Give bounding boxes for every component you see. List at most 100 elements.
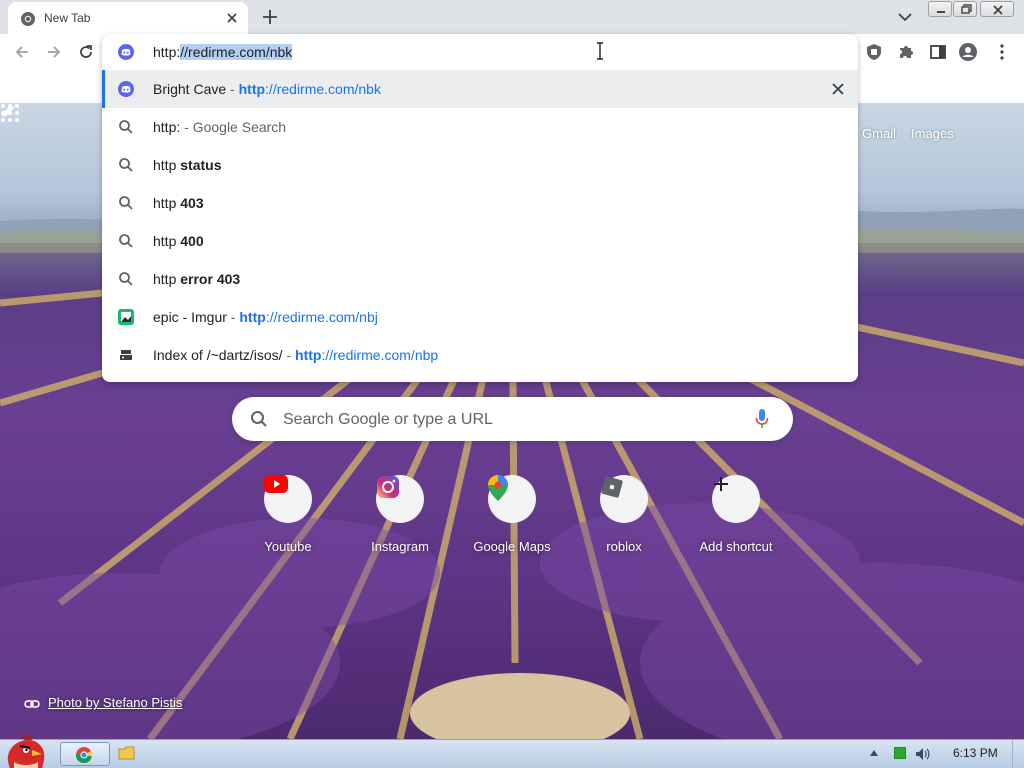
shortcut-label: Google Maps — [473, 539, 551, 554]
shortcut-label: roblox — [606, 539, 642, 554]
search-icon — [119, 272, 133, 286]
suggestion-text: http 400 — [153, 233, 204, 249]
suggestion-url: ://redirme.com/nbk — [265, 81, 381, 97]
instagram-icon — [376, 475, 424, 523]
shortcut-instagram[interactable]: Instagram — [344, 475, 456, 565]
search-icon — [119, 120, 133, 134]
shortcut-google-maps[interactable]: Google Maps — [456, 475, 568, 565]
address-bar-text[interactable]: http://redirme.com/nbk — [153, 44, 293, 60]
profile-avatar-icon[interactable] — [958, 42, 978, 62]
search-icon — [119, 234, 133, 248]
shortcut-label: Instagram — [371, 539, 429, 554]
window-minimize-button[interactable] — [928, 1, 952, 17]
network-status-icon[interactable] — [894, 747, 906, 759]
address-bar[interactable]: http://redirme.com/nbk — [102, 34, 858, 70]
ublock-shield-icon[interactable] — [864, 42, 884, 62]
suggestion-completion: 400 — [180, 233, 204, 249]
suggestion-row[interactable]: epic - Imgur - http://redirme.com/nbj — [102, 298, 858, 336]
suggestion-row[interactable]: Index of /~dartz/isos/ - http://redirme.… — [102, 336, 858, 374]
suggestion-prefix: http — [153, 233, 181, 249]
suggestion-text: http status — [153, 157, 221, 173]
search-icon — [119, 196, 133, 210]
suggestion-row[interactable]: http 400 — [102, 222, 858, 260]
link-icon — [24, 700, 40, 708]
file-explorer-icon[interactable] — [118, 745, 136, 761]
remove-suggestion-close-icon[interactable] — [830, 81, 846, 97]
search-icon — [251, 411, 267, 427]
suggestion-prefix: http — [153, 195, 181, 211]
suggestion-text: http error 403 — [153, 271, 240, 287]
text-cursor-icon — [597, 42, 603, 60]
suggestion-query: http: — [153, 119, 181, 135]
suggestion-text: Index of /~dartz/isos/ - http://redirme.… — [153, 347, 438, 363]
omnibox-dropdown: http://redirme.com/nbk Bright Cave - htt… — [102, 34, 858, 382]
reload-icon[interactable] — [76, 42, 96, 62]
suggestion-row[interactable]: http error 403 — [102, 260, 858, 298]
tab-title: New Tab — [44, 11, 91, 25]
youtube-icon — [264, 475, 312, 523]
extensions-puzzle-icon[interactable] — [896, 42, 916, 62]
chrome-icon — [75, 747, 92, 764]
window-restore-button[interactable] — [953, 1, 977, 17]
suggestion-separator: - — [282, 347, 296, 363]
plus-icon — [712, 475, 760, 523]
suggestion-separator: - — [226, 309, 240, 325]
suggestion-title: epic - Imgur — [153, 309, 227, 325]
side-panel-icon[interactable] — [928, 42, 948, 62]
suggestion-url: ://redirme.com/nbp — [321, 347, 439, 363]
gmail-link[interactable]: Gmail — [862, 126, 896, 141]
roblox-icon — [600, 475, 648, 523]
url-autocomplete-selection: //redirme.com/nbk — [180, 44, 293, 60]
show-desktop-button[interactable] — [1012, 740, 1024, 768]
taskbar-chrome-button[interactable] — [60, 742, 110, 766]
ntp-search-placeholder: Search Google or type a URL — [283, 411, 493, 428]
volume-icon[interactable] — [914, 746, 930, 762]
taskbar-clock[interactable]: 6:13 PM — [953, 746, 998, 760]
chrome-icon — [21, 12, 35, 26]
forward-arrow-icon[interactable] — [44, 42, 64, 62]
tab-close-icon[interactable] — [224, 10, 240, 26]
os-taskbar: 6:13 PM — [0, 732, 1024, 768]
discord-icon — [118, 44, 134, 60]
suggestion-row[interactable]: http 403 — [102, 184, 858, 222]
tab-new-tab[interactable]: New Tab — [8, 2, 248, 34]
shortcut-label: Youtube — [264, 539, 312, 554]
google-maps-icon — [488, 475, 536, 523]
ntp-search-box[interactable]: Search Google or type a URL — [232, 397, 793, 441]
suggestion-url-scheme: http — [295, 347, 322, 363]
shortcut-roblox[interactable]: roblox — [568, 475, 680, 565]
voice-search-mic-icon[interactable] — [755, 408, 769, 430]
imgur-icon — [118, 309, 134, 325]
suggestion-url: ://redirme.com/nbj — [265, 309, 378, 325]
back-arrow-icon[interactable] — [12, 42, 32, 62]
suggestion-completion: error 403 — [180, 271, 241, 287]
suggestion-title: Index of /~dartz/isos/ — [153, 347, 283, 363]
suggestion-separator: - — [226, 81, 239, 97]
server-icon — [120, 350, 132, 360]
customize-pencil-icon[interactable] — [0, 103, 16, 119]
suggestion-text: http 403 — [153, 195, 204, 211]
add-shortcut-button[interactable]: Add shortcut — [680, 475, 792, 565]
new-tab-button[interactable] — [260, 7, 280, 27]
window-close-button[interactable] — [980, 1, 1014, 17]
shortcut-youtube[interactable]: Youtube — [232, 475, 344, 565]
tray-expand-arrow-icon[interactable] — [870, 750, 878, 756]
shortcut-label: Add shortcut — [699, 539, 773, 554]
suggestion-row[interactable]: http status — [102, 146, 858, 184]
tab-strip: New Tab — [0, 0, 1024, 34]
suggestion-url-scheme: http — [238, 81, 266, 97]
attribution-text[interactable]: Photo by Stefano Pistis — [48, 695, 182, 710]
suggestion-suffix: - Google Search — [180, 119, 287, 135]
suggestion-completion: status — [180, 157, 222, 173]
images-link[interactable]: Images — [911, 126, 954, 141]
suggestion-url-scheme: http — [239, 309, 266, 325]
kebab-menu-icon[interactable] — [992, 42, 1012, 62]
suggestion-prefix: http — [153, 271, 181, 287]
tab-search-chevron-icon[interactable] — [896, 9, 914, 25]
discord-icon — [118, 81, 134, 97]
angry-bird-start-icon[interactable] — [2, 732, 50, 768]
suggestion-row[interactable]: Bright Cave - http://redirme.com/nbk — [102, 70, 858, 108]
url-typed-text: http: — [153, 44, 181, 60]
suggestion-row[interactable]: http: - Google Search — [102, 108, 858, 146]
suggestion-text: epic - Imgur - http://redirme.com/nbj — [153, 309, 378, 325]
